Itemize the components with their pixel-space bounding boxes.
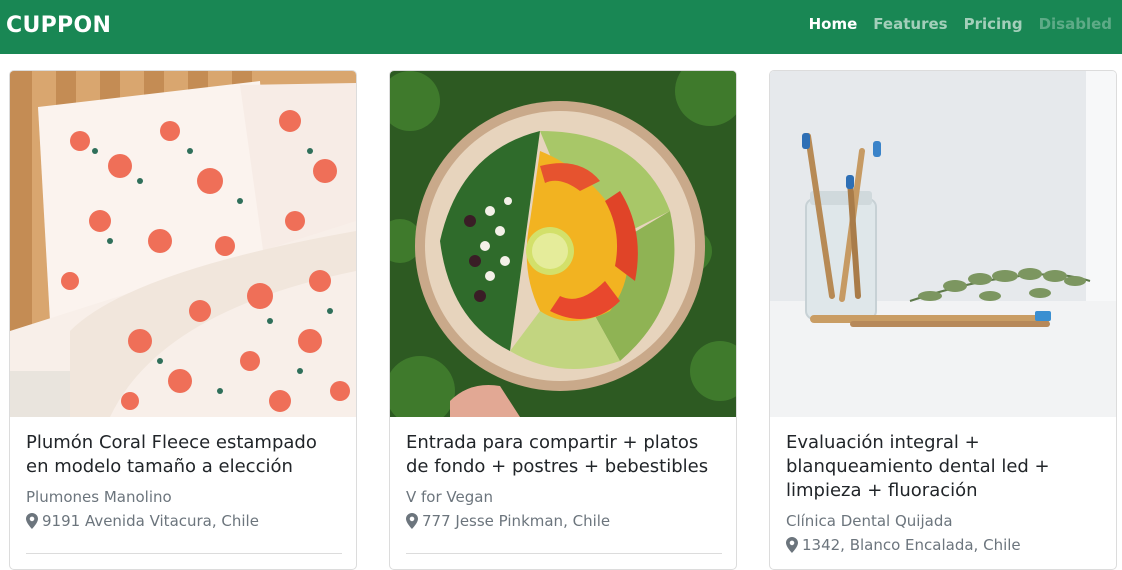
map-pin-icon: [406, 513, 418, 529]
card-merchant: V for Vegan: [406, 488, 493, 506]
navbar: CUPPON Home Features Pricing Disabled: [0, 0, 1122, 54]
nav-links: Home Features Pricing Disabled: [809, 15, 1112, 33]
card-title[interactable]: Entrada para compartir + platos de fondo…: [406, 431, 722, 479]
salad-photo: [390, 71, 736, 417]
map-pin-icon: [26, 513, 38, 529]
nav-link-features[interactable]: Features: [873, 15, 947, 33]
bedding-photo: [10, 71, 356, 417]
card-title[interactable]: Evaluación integral + blanqueamiento den…: [786, 431, 1102, 503]
deal-card[interactable]: Entrada para compartir + platos de fondo…: [389, 70, 737, 570]
card-image-toothbrushes[interactable]: [770, 71, 1116, 417]
deal-card[interactable]: Evaluación integral + blanqueamiento den…: [769, 70, 1117, 570]
card-image-bedding[interactable]: [10, 71, 356, 417]
card-address-text: 777 Jesse Pinkman, Chile: [422, 512, 611, 530]
card-address: 777 Jesse Pinkman, Chile: [406, 509, 722, 533]
card-body: Plumón Coral Fleece estampado en modelo …: [26, 431, 342, 533]
card-body: Evaluación integral + blanqueamiento den…: [786, 431, 1102, 557]
card-body: Entrada para compartir + platos de fondo…: [406, 431, 722, 533]
brand-logo[interactable]: CUPPON: [6, 13, 111, 38]
nav-link-disabled: Disabled: [1038, 15, 1112, 33]
card-merchant: Clínica Dental Quijada: [786, 512, 953, 530]
card-divider: [406, 553, 722, 554]
toothbrush-photo: [770, 71, 1116, 417]
card-address-text: 1342, Blanco Encalada, Chile: [802, 536, 1021, 554]
nav-link-pricing[interactable]: Pricing: [964, 15, 1023, 33]
map-pin-icon: [786, 537, 798, 553]
card-address: 1342, Blanco Encalada, Chile: [786, 533, 1102, 557]
card-merchant: Plumones Manolino: [26, 488, 172, 506]
card-address-text: 9191 Avenida Vitacura, Chile: [42, 512, 259, 530]
card-divider: [26, 553, 342, 554]
deal-card[interactable]: Plumón Coral Fleece estampado en modelo …: [9, 70, 357, 570]
nav-link-home[interactable]: Home: [809, 15, 858, 33]
card-address: 9191 Avenida Vitacura, Chile: [26, 509, 342, 533]
card-image-salad[interactable]: [390, 71, 736, 417]
card-title[interactable]: Plumón Coral Fleece estampado en modelo …: [26, 431, 342, 479]
